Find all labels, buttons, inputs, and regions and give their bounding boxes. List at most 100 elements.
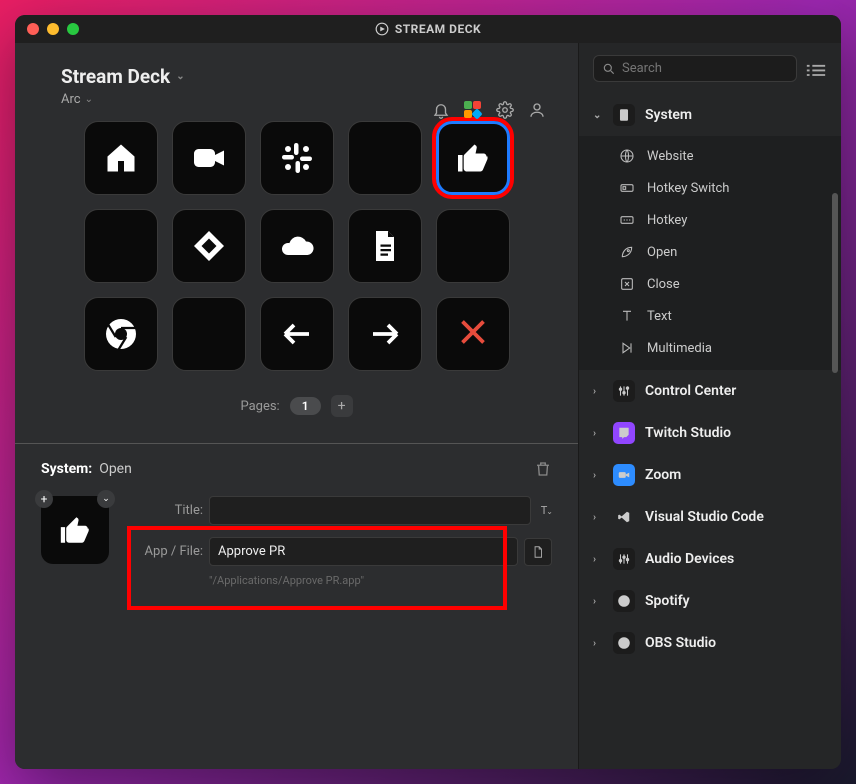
action-open[interactable]: Open xyxy=(579,236,841,268)
audio-icon xyxy=(613,548,635,570)
title-input[interactable] xyxy=(209,496,531,525)
traffic-lights xyxy=(27,23,79,35)
page-indicator[interactable]: 1 xyxy=(290,397,321,415)
title-label: Title: xyxy=(133,503,203,518)
appfile-path-hint: "/Applications/Approve PR.app" xyxy=(133,574,552,587)
search-icon xyxy=(602,62,616,76)
action-close[interactable]: Close xyxy=(579,268,841,300)
left-pane: Stream Deck ⌄ Arc ⌄ xyxy=(15,43,578,769)
deck-key-empty[interactable] xyxy=(348,121,422,195)
plugins-icon[interactable] xyxy=(464,101,482,119)
action-category-list: ⌄ System Website Hotkey Switch xyxy=(579,94,841,769)
profile-name: Stream Deck xyxy=(61,65,170,88)
bell-icon[interactable] xyxy=(432,101,450,119)
action-hotkey-switch[interactable]: Hotkey Switch xyxy=(579,172,841,204)
text-icon xyxy=(619,308,635,324)
inspector: System: Open + ⌄ xyxy=(15,443,578,607)
deck-key-empty[interactable] xyxy=(84,209,158,283)
action-multimedia[interactable]: Multimedia xyxy=(579,332,841,364)
home-icon xyxy=(103,140,139,176)
jira-icon xyxy=(191,228,227,264)
browse-file-button[interactable] xyxy=(524,538,552,566)
folder-name: Arc xyxy=(61,92,81,107)
chrome-icon xyxy=(103,316,139,352)
system-sub-items: Website Hotkey Switch Hotkey Open xyxy=(579,136,841,370)
delete-button[interactable] xyxy=(534,460,552,478)
action-website[interactable]: Website xyxy=(579,140,841,172)
add-state-button[interactable]: + xyxy=(35,490,53,508)
category-audio-devices[interactable]: › Audio Devices xyxy=(579,538,841,580)
deck-grid-wrap xyxy=(15,113,578,371)
window-zoom-button[interactable] xyxy=(67,23,79,35)
category-obs-studio[interactable]: › OBS Studio xyxy=(579,622,841,664)
deck-key-close[interactable] xyxy=(436,297,510,371)
globe-icon xyxy=(619,148,635,164)
deck-key-slack[interactable] xyxy=(260,121,334,195)
action-text[interactable]: Text xyxy=(579,300,841,332)
search-input[interactable] xyxy=(622,61,788,76)
key-thumbnail[interactable]: + ⌄ xyxy=(41,496,109,564)
chevron-right-icon: › xyxy=(593,512,603,523)
window-title: STREAM DECK xyxy=(15,22,841,36)
category-label: Spotify xyxy=(645,593,690,609)
deck-key-arrow-left[interactable] xyxy=(260,297,334,371)
deck-key-home[interactable] xyxy=(84,121,158,195)
category-label: Zoom xyxy=(645,467,681,483)
category-zoom[interactable]: › Zoom xyxy=(579,454,841,496)
window-minimize-button[interactable] xyxy=(47,23,59,35)
chevron-right-icon: › xyxy=(593,596,603,607)
person-icon[interactable] xyxy=(528,101,546,119)
gear-icon[interactable] xyxy=(496,101,514,119)
scrollbar[interactable] xyxy=(832,193,838,373)
category-label: Twitch Studio xyxy=(645,425,731,441)
chevron-down-icon: ⌄ xyxy=(85,94,93,105)
slack-icon xyxy=(279,140,315,176)
profile-selector[interactable]: Stream Deck ⌄ xyxy=(61,65,550,88)
category-label: Visual Studio Code xyxy=(645,509,764,525)
search-box[interactable] xyxy=(593,55,797,82)
deck-key-chrome[interactable] xyxy=(84,297,158,371)
deck-key-jira[interactable] xyxy=(172,209,246,283)
appfile-input[interactable] xyxy=(209,537,518,566)
category-spotify[interactable]: › Spotify xyxy=(579,580,841,622)
camera-icon xyxy=(191,140,227,176)
elgato-logo-icon xyxy=(375,22,389,36)
header-toolbar xyxy=(432,101,546,119)
chevron-right-icon: › xyxy=(593,554,603,565)
category-label: Control Center xyxy=(645,383,736,399)
document-icon xyxy=(367,228,403,264)
category-vscode[interactable]: › Visual Studio Code xyxy=(579,496,841,538)
deck-key-arrow-right[interactable] xyxy=(348,297,422,371)
add-page-button[interactable]: + xyxy=(331,395,353,417)
right-pane: ⌄ System Website Hotkey Switch xyxy=(578,43,841,769)
action-hotkey[interactable]: Hotkey xyxy=(579,204,841,236)
category-system[interactable]: ⌄ System xyxy=(579,94,841,136)
window-close-button[interactable] xyxy=(27,23,39,35)
category-twitch-studio[interactable]: › Twitch Studio xyxy=(579,412,841,454)
category-label: Audio Devices xyxy=(645,551,734,567)
arrow-left-icon xyxy=(279,316,315,352)
deck-key-document[interactable] xyxy=(348,209,422,283)
category-control-center[interactable]: › Control Center xyxy=(579,370,841,412)
deck-key-thumbs-up[interactable] xyxy=(436,121,510,195)
text-style-button[interactable]: T⌄ xyxy=(541,504,552,517)
view-toggle-button[interactable] xyxy=(805,62,827,76)
zoom-icon xyxy=(613,464,635,486)
deck-key-camera[interactable] xyxy=(172,121,246,195)
hotkey-icon xyxy=(619,212,635,228)
chevron-right-icon: › xyxy=(593,638,603,649)
deck-grid xyxy=(61,121,532,371)
app-window: STREAM DECK Stream Deck ⌄ Arc ⌄ xyxy=(15,15,841,769)
deck-key-empty[interactable] xyxy=(172,297,246,371)
deck-key-cloud[interactable] xyxy=(260,209,334,283)
spotify-icon xyxy=(613,590,635,612)
obs-icon xyxy=(613,632,635,654)
deck-key-empty[interactable] xyxy=(436,209,510,283)
pages-label: Pages: xyxy=(240,399,279,414)
chevron-right-icon: › xyxy=(593,470,603,481)
thumbnail-menu-button[interactable]: ⌄ xyxy=(97,490,115,508)
pages-row: Pages: 1 + xyxy=(15,395,578,417)
chevron-down-icon: ⌄ xyxy=(593,110,603,121)
category-label: System xyxy=(645,107,692,123)
titlebar: STREAM DECK xyxy=(15,15,841,43)
